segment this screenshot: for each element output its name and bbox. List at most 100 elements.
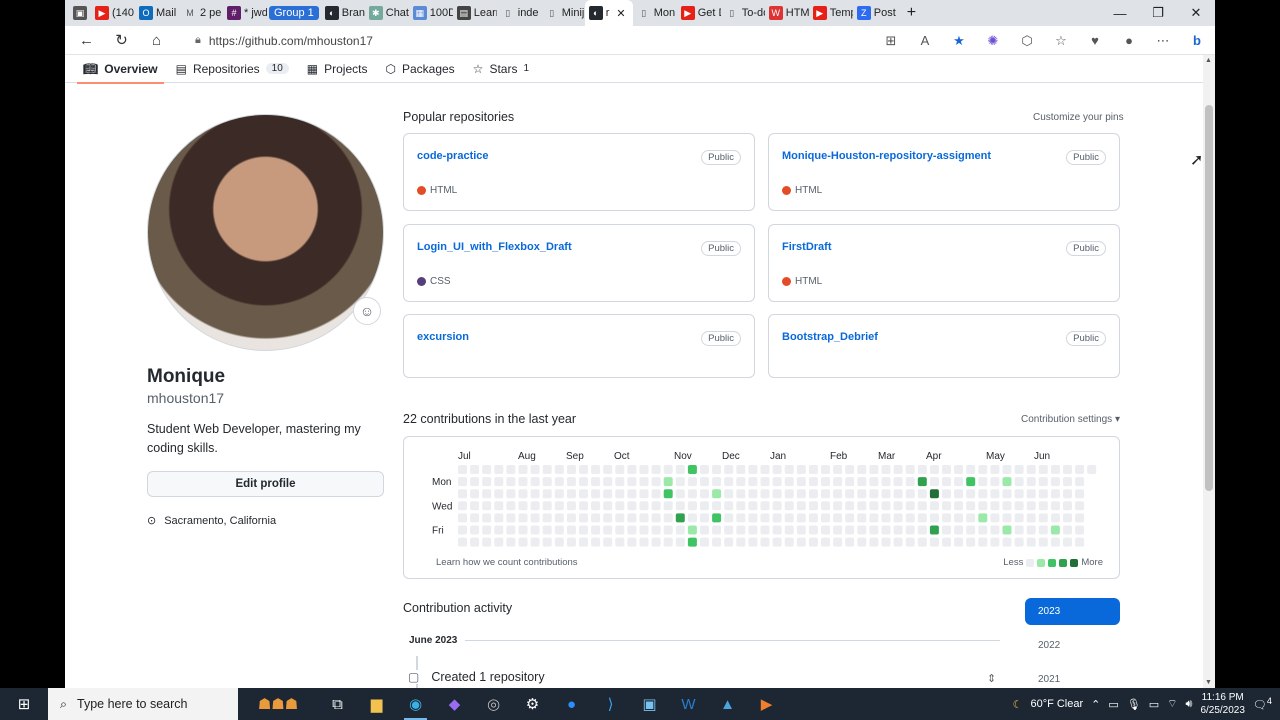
contribution-day-cell[interactable] bbox=[978, 513, 988, 523]
contribution-day-cell[interactable] bbox=[542, 525, 552, 535]
contribution-day-cell[interactable] bbox=[954, 465, 964, 474]
contribution-day-cell[interactable] bbox=[651, 477, 661, 487]
browser-tab[interactable]: ▶Get D bbox=[677, 0, 721, 26]
contribution-day-cell[interactable] bbox=[954, 501, 964, 511]
contribution-day-cell[interactable] bbox=[566, 513, 576, 523]
scroll-up-icon[interactable]: ▲ bbox=[1205, 57, 1212, 64]
contribution-day-cell[interactable] bbox=[833, 525, 843, 535]
contribution-day-cell[interactable] bbox=[1063, 477, 1072, 487]
contribution-day-cell[interactable] bbox=[518, 501, 528, 511]
contribution-day-cell[interactable] bbox=[627, 477, 637, 487]
contribution-day-cell[interactable] bbox=[845, 501, 855, 511]
contribution-day-cell[interactable] bbox=[760, 477, 770, 487]
chrome-canary-icon[interactable]: ◎ bbox=[474, 688, 513, 720]
zoom-icon[interactable]: ● bbox=[552, 688, 591, 720]
contribution-day-cell[interactable] bbox=[808, 465, 818, 474]
contribution-day-cell[interactable] bbox=[833, 489, 843, 499]
contribution-day-cell[interactable] bbox=[675, 477, 685, 487]
contribution-day-cell[interactable] bbox=[627, 501, 637, 511]
contribution-day-cell[interactable] bbox=[518, 537, 528, 547]
contribution-day-cell[interactable] bbox=[845, 465, 855, 474]
contribution-day-cell[interactable] bbox=[603, 513, 613, 523]
contribution-day-cell[interactable] bbox=[1075, 477, 1085, 487]
contribution-day-cell[interactable] bbox=[990, 501, 1000, 511]
contribution-day-cell[interactable] bbox=[591, 477, 601, 487]
contribution-day-cell[interactable] bbox=[494, 537, 504, 547]
contribution-day-cell[interactable] bbox=[784, 489, 794, 499]
contribution-day-cell[interactable] bbox=[566, 477, 576, 487]
contribution-day-cell[interactable] bbox=[736, 477, 746, 487]
contribution-day-cell[interactable] bbox=[772, 537, 782, 547]
contribution-day-cell[interactable] bbox=[651, 513, 661, 523]
contribution-day-cell[interactable] bbox=[542, 501, 552, 511]
contribution-day-cell[interactable] bbox=[736, 489, 746, 499]
contribution-day-cell[interactable] bbox=[1063, 501, 1072, 511]
contribution-day-cell[interactable] bbox=[554, 477, 564, 487]
contribution-day-cell[interactable] bbox=[675, 501, 685, 511]
contribution-day-cell[interactable] bbox=[1087, 465, 1097, 474]
contribution-day-cell[interactable] bbox=[929, 465, 939, 474]
contribution-day-cell[interactable] bbox=[470, 477, 480, 487]
contribution-day-cell[interactable] bbox=[700, 489, 709, 499]
scroll-thumb[interactable] bbox=[1205, 105, 1213, 491]
contribution-day-cell[interactable] bbox=[1014, 501, 1024, 511]
contribution-day-cell[interactable] bbox=[1063, 537, 1072, 547]
notifications-icon[interactable]: 🗨︎4 bbox=[1253, 696, 1272, 712]
year-2021[interactable]: 2021 bbox=[1025, 666, 1120, 688]
contribution-day-cell[interactable] bbox=[748, 501, 758, 511]
contribution-day-cell[interactable] bbox=[869, 501, 879, 511]
contribution-day-cell[interactable] bbox=[966, 537, 976, 547]
contribution-day-cell[interactable] bbox=[579, 525, 588, 535]
contribution-day-cell[interactable] bbox=[1026, 537, 1036, 547]
contribution-day-cell[interactable] bbox=[712, 501, 722, 511]
contribution-day-cell[interactable] bbox=[639, 525, 649, 535]
browser-tab[interactable]: M 2 pe bbox=[179, 0, 223, 26]
contribution-day-cell[interactable] bbox=[917, 513, 927, 523]
contribution-day-cell[interactable] bbox=[663, 477, 673, 487]
contribution-day-cell[interactable] bbox=[591, 537, 601, 547]
read-aloud-icon[interactable]: A bbox=[913, 33, 937, 48]
contribution-day-cell[interactable] bbox=[494, 477, 504, 487]
camera-icon[interactable]: ▭ bbox=[1108, 698, 1118, 711]
contribution-day-cell[interactable] bbox=[494, 525, 504, 535]
contribution-day-cell[interactable] bbox=[482, 477, 492, 487]
contribution-day-cell[interactable] bbox=[615, 465, 625, 474]
contribution-day-cell[interactable] bbox=[482, 489, 492, 499]
contribution-day-cell[interactable] bbox=[700, 465, 709, 474]
contribution-day-cell[interactable] bbox=[917, 501, 927, 511]
contribution-day-cell[interactable] bbox=[966, 525, 976, 535]
tab-overview[interactable]: 📖︎ Overview bbox=[77, 55, 164, 84]
contribution-day-cell[interactable] bbox=[869, 465, 879, 474]
contribution-day-cell[interactable] bbox=[1002, 489, 1012, 499]
year-2022[interactable]: 2022 bbox=[1025, 632, 1120, 659]
contribution-day-cell[interactable] bbox=[990, 525, 1000, 535]
contribution-day-cell[interactable] bbox=[542, 513, 552, 523]
contribution-day-cell[interactable] bbox=[893, 465, 903, 474]
contribution-day-cell[interactable] bbox=[494, 513, 504, 523]
contribution-day-cell[interactable] bbox=[978, 537, 988, 547]
contribution-day-cell[interactable] bbox=[554, 501, 564, 511]
contribution-day-cell[interactable] bbox=[639, 489, 649, 499]
contribution-day-cell[interactable] bbox=[700, 537, 709, 547]
contribution-day-cell[interactable] bbox=[530, 525, 540, 535]
clock[interactable]: 11:16 PM 6/25/2023 bbox=[1200, 691, 1245, 717]
contribution-day-cell[interactable] bbox=[579, 465, 588, 474]
contribution-day-cell[interactable] bbox=[905, 537, 915, 547]
image-viewer-icon[interactable]: ▲ bbox=[708, 688, 747, 720]
contribution-day-cell[interactable] bbox=[748, 525, 758, 535]
contribution-day-cell[interactable] bbox=[748, 465, 758, 474]
contribution-day-cell[interactable] bbox=[1075, 537, 1085, 547]
contribution-day-cell[interactable] bbox=[639, 501, 649, 511]
contribution-day-cell[interactable] bbox=[1014, 465, 1024, 474]
contribution-day-cell[interactable] bbox=[929, 513, 939, 523]
contribution-day-cell[interactable] bbox=[1026, 525, 1036, 535]
contribution-day-cell[interactable] bbox=[1002, 501, 1012, 511]
restore-button[interactable]: ❐ bbox=[1139, 0, 1177, 26]
contribution-day-cell[interactable] bbox=[724, 513, 734, 523]
contribution-day-cell[interactable] bbox=[615, 513, 625, 523]
contribution-day-cell[interactable] bbox=[1026, 501, 1036, 511]
contribution-day-cell[interactable] bbox=[687, 465, 697, 474]
browser-tab[interactable]: W HTM bbox=[765, 0, 809, 26]
weather-text[interactable]: 60°F Clear bbox=[1030, 698, 1083, 710]
vscode-icon[interactable]: ⟩ bbox=[591, 688, 630, 720]
